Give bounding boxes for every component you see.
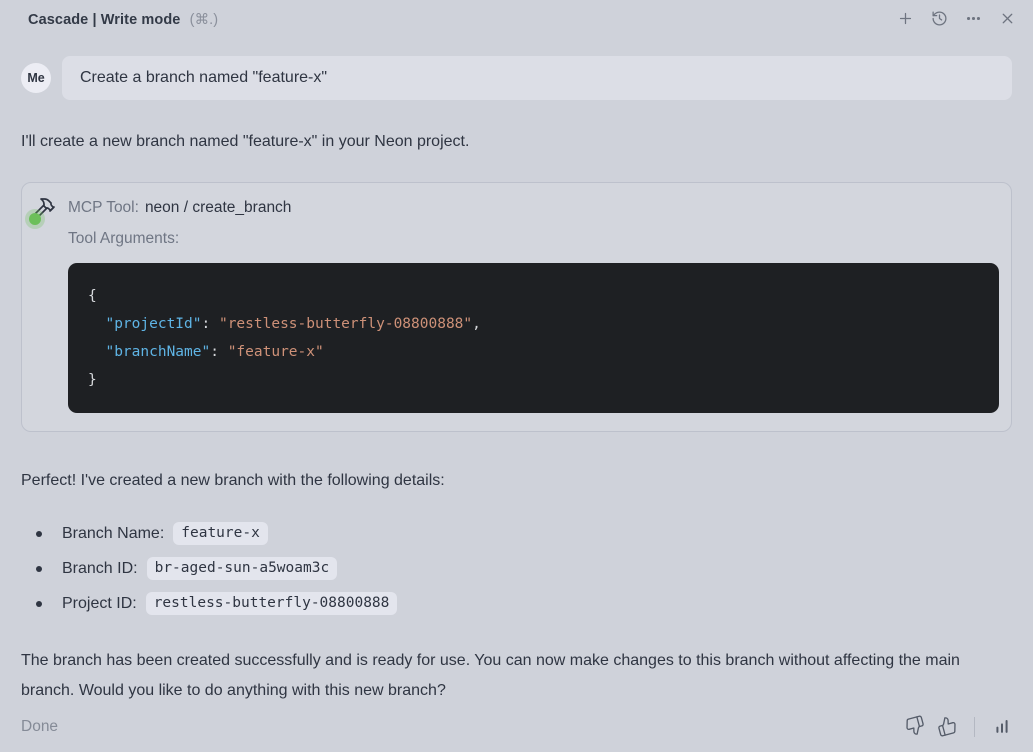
plus-icon <box>897 10 914 30</box>
user-message-bubble: Create a branch named "feature-x" <box>62 56 1012 100</box>
cascade-panel: Cascade | Write mode (⌘.) Me Create a br… <box>0 0 1033 752</box>
user-message-row: Me Create a branch named "feature-x" <box>21 56 1012 100</box>
mcp-tool-card: MCP Tool: neon / create_branch Tool Argu… <box>21 182 1012 432</box>
history-button[interactable] <box>926 7 952 33</box>
list-item: Branch ID: br-aged-sun-a5woam3c <box>21 551 1012 586</box>
assistant-intro-text: I'll create a new branch named "feature-… <box>21 133 470 150</box>
footer: Done <box>0 709 1033 745</box>
bullet-icon <box>36 530 42 537</box>
new-conversation-button[interactable] <box>892 7 918 33</box>
tool-arguments-label: Tool Arguments: <box>68 230 180 247</box>
tool-name: neon / create_branch <box>144 199 292 216</box>
detail-value-chip: feature-x <box>173 522 268 545</box>
divider <box>974 717 975 737</box>
thumbs-down-icon <box>905 715 925 739</box>
result-intro-text: Perfect! I've created a new branch with … <box>21 472 445 489</box>
thumbs-up-icon <box>937 716 957 739</box>
ellipsis-icon <box>965 10 982 30</box>
history-icon <box>931 10 948 30</box>
status-text: Done <box>21 718 59 735</box>
footer-actions <box>902 714 1015 740</box>
bullet-icon <box>36 565 42 572</box>
chat-area: Me Create a branch named "feature-x" I'l… <box>0 40 1033 706</box>
list-item: Branch Name: feature-x <box>21 516 1012 551</box>
detail-label: Branch ID: <box>62 559 138 577</box>
panel-title-text: Cascade | Write mode <box>28 12 181 28</box>
header-actions <box>892 7 1020 33</box>
detail-value-chip: br-aged-sun-a5woam3c <box>146 557 338 580</box>
code-block: { "projectId": "restless-butterfly-08800… <box>68 263 999 413</box>
thumbs-down-button[interactable] <box>902 714 928 740</box>
close-icon <box>999 10 1016 30</box>
code-content: { "projectId": "restless-butterfly-08800… <box>88 288 481 388</box>
closing-text: The branch has been created successfully… <box>21 652 960 699</box>
detail-value-chip: restless-butterfly-08800888 <box>145 592 398 615</box>
mode-shortcut: (⌘.) <box>189 12 219 28</box>
panel-title: Cascade | Write mode (⌘.) <box>28 12 218 28</box>
close-button[interactable] <box>994 7 1020 33</box>
usage-stats-button[interactable] <box>989 714 1015 740</box>
tool-title-row[interactable]: MCP Tool: neon / create_branch <box>68 195 999 221</box>
list-item: Project ID: restless-butterfly-08800888 <box>21 586 1012 621</box>
user-avatar: Me <box>21 63 51 93</box>
branch-details-list: Branch Name: feature-x Branch ID: br-age… <box>21 516 1012 621</box>
detail-label: Branch Name: <box>62 524 165 542</box>
header: Cascade | Write mode (⌘.) <box>0 0 1033 40</box>
success-status-dot <box>29 213 41 225</box>
thumbs-up-button[interactable] <box>934 714 960 740</box>
more-options-button[interactable] <box>960 7 986 33</box>
detail-label: Project ID: <box>62 594 137 612</box>
tool-label: MCP Tool: <box>68 199 139 216</box>
tool-card-content: MCP Tool: neon / create_branch Tool Argu… <box>68 195 999 413</box>
tool-status <box>29 196 58 225</box>
bar-chart-icon <box>992 716 1012 739</box>
bullet-icon <box>36 600 42 607</box>
